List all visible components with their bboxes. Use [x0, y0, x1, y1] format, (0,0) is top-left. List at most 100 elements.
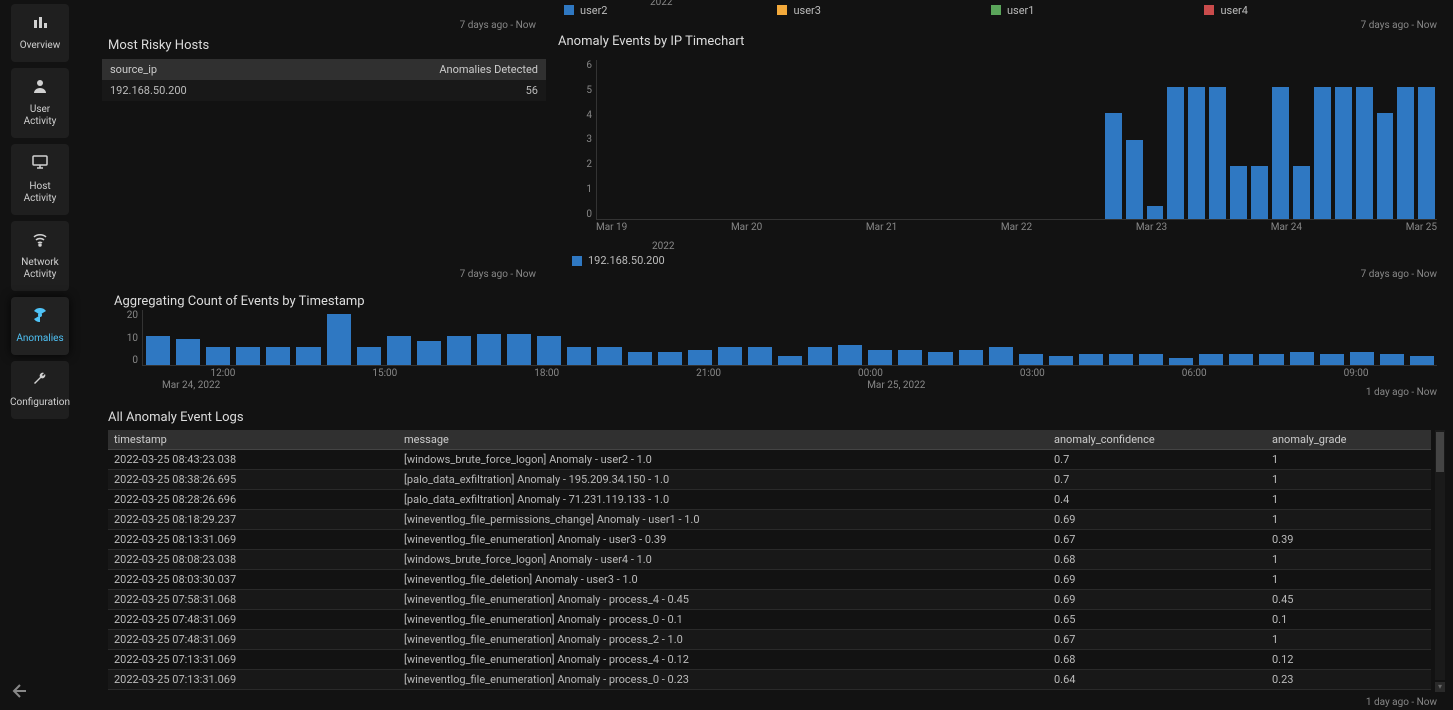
- legend-item[interactable]: user2: [564, 4, 607, 17]
- table-row[interactable]: 2022-03-25 08:08:23.038[windows_brute_fo…: [108, 550, 1431, 570]
- chart-bar[interactable]: [206, 347, 230, 365]
- chart-bar[interactable]: [989, 347, 1013, 365]
- table-row[interactable]: 2022-03-25 08:43:23.038[windows_brute_fo…: [108, 450, 1431, 470]
- chart-bar[interactable]: [1105, 113, 1122, 219]
- chart-bar[interactable]: [1199, 354, 1223, 365]
- chart-bar[interactable]: [236, 347, 260, 365]
- chart-bar[interactable]: [597, 347, 621, 365]
- chart-bar[interactable]: [748, 347, 772, 365]
- chart-bar[interactable]: [146, 336, 170, 365]
- chart-bar[interactable]: [1356, 87, 1373, 220]
- chart-bar[interactable]: [868, 350, 892, 365]
- chart-bar[interactable]: [658, 352, 682, 365]
- back-arrow[interactable]: [8, 681, 28, 706]
- nav-configuration[interactable]: Configuration: [11, 361, 69, 419]
- chart-bar[interactable]: [1293, 166, 1310, 219]
- chart-bar[interactable]: [1019, 354, 1043, 365]
- cell-message: [palo_data_exfiltration] Anomaly - 71.23…: [398, 490, 1048, 510]
- chart-bar[interactable]: [1169, 358, 1193, 365]
- table-row[interactable]: 2022-03-25 07:13:31.069[wineventlog_file…: [108, 650, 1431, 670]
- chart-bar[interactable]: [176, 339, 200, 365]
- chart-bar[interactable]: [1380, 354, 1404, 365]
- chart-bar[interactable]: [1377, 113, 1394, 219]
- table-row[interactable]: 2022-03-25 08:18:29.237[wineventlog_file…: [108, 510, 1431, 530]
- chart-bar[interactable]: [1350, 352, 1374, 365]
- col-anomalies-detected[interactable]: Anomalies Detected: [301, 59, 546, 80]
- nav-network-activity[interactable]: Network Activity: [11, 221, 69, 291]
- nav-host-activity[interactable]: Host Activity: [11, 144, 69, 214]
- chart-bar[interactable]: [1314, 87, 1331, 220]
- chart-bar[interactable]: [778, 356, 802, 365]
- col-source-ip[interactable]: source_ip: [102, 59, 301, 80]
- table-row[interactable]: 2022-03-25 07:08:30.037[wineventlog_file…: [108, 690, 1431, 693]
- table-row[interactable]: 192.168.50.20056: [102, 80, 546, 101]
- log-title: All Anomaly Event Logs: [102, 404, 1447, 431]
- table-row[interactable]: 2022-03-25 08:03:30.037[wineventlog_file…: [108, 570, 1431, 590]
- chart-bar[interactable]: [628, 352, 652, 365]
- chart-bar[interactable]: [1049, 356, 1073, 365]
- chart-bar[interactable]: [1139, 354, 1163, 365]
- chart-bar[interactable]: [507, 334, 531, 365]
- table-row[interactable]: 2022-03-25 07:58:31.068[wineventlog_file…: [108, 590, 1431, 610]
- col-anomaly-confidence[interactable]: anomaly_confidence: [1048, 430, 1266, 450]
- chart-bar[interactable]: [1410, 356, 1434, 365]
- legend-item[interactable]: user3: [777, 4, 820, 17]
- chart-bar[interactable]: [808, 347, 832, 365]
- table-row[interactable]: 2022-03-25 07:13:31.069[wineventlog_file…: [108, 670, 1431, 690]
- chart-bar[interactable]: [537, 336, 561, 365]
- chart-bar[interactable]: [567, 347, 591, 365]
- table-row[interactable]: 2022-03-25 08:28:26.696[palo_data_exfilt…: [108, 490, 1431, 510]
- chart-bar[interactable]: [447, 336, 471, 365]
- chart-bar[interactable]: [718, 347, 742, 365]
- chart-bar[interactable]: [296, 347, 320, 365]
- legend-item[interactable]: user1: [991, 4, 1034, 17]
- chart-bar[interactable]: [1397, 87, 1414, 220]
- table-row[interactable]: 2022-03-25 07:48:31.069[wineventlog_file…: [108, 610, 1431, 630]
- chart-bar[interactable]: [1109, 354, 1133, 365]
- chart-bar[interactable]: [417, 341, 441, 365]
- chart-bar[interactable]: [1167, 87, 1184, 220]
- chart-bar[interactable]: [1230, 166, 1247, 219]
- nav-overview[interactable]: Overview: [11, 4, 69, 62]
- chart-bar[interactable]: [959, 350, 983, 365]
- chart-bar[interactable]: [1147, 206, 1164, 219]
- chart-bar[interactable]: [1229, 354, 1253, 365]
- legend-item[interactable]: user4: [1204, 4, 1247, 17]
- scrollbar-down[interactable]: ▾: [1435, 682, 1445, 692]
- cell-timestamp: 2022-03-25 07:58:31.068: [108, 590, 398, 610]
- cell-grade: 1: [1266, 570, 1431, 590]
- chart-bar[interactable]: [688, 350, 712, 365]
- chart-bar[interactable]: [1079, 354, 1103, 365]
- chart-bar[interactable]: [928, 352, 952, 365]
- chart-plot[interactable]: [596, 60, 1437, 220]
- nav-user-activity[interactable]: User Activity: [11, 68, 69, 138]
- table-row[interactable]: 2022-03-25 08:38:26.695[palo_data_exfilt…: [108, 470, 1431, 490]
- chart-bar[interactable]: [387, 336, 411, 365]
- table-row[interactable]: 2022-03-25 07:48:31.069[wineventlog_file…: [108, 630, 1431, 650]
- col-timestamp[interactable]: timestamp: [108, 430, 398, 450]
- col-anomaly-grade[interactable]: anomaly_grade: [1266, 430, 1431, 450]
- table-row[interactable]: 2022-03-25 08:13:31.069[wineventlog_file…: [108, 530, 1431, 550]
- chart-bar[interactable]: [1290, 352, 1314, 365]
- chart-bar[interactable]: [1126, 140, 1143, 220]
- chart-plot[interactable]: [142, 310, 1437, 366]
- chart-bar[interactable]: [1335, 87, 1352, 220]
- scrollbar-thumb[interactable]: [1436, 432, 1444, 472]
- chart-bar[interactable]: [266, 347, 290, 365]
- chart-bar[interactable]: [1418, 87, 1435, 220]
- chart-bar[interactable]: [327, 314, 351, 365]
- chart-bar[interactable]: [357, 347, 381, 365]
- chart-bar[interactable]: [1188, 87, 1205, 220]
- chart-bar[interactable]: [838, 345, 862, 365]
- chart-bar[interactable]: [477, 334, 501, 365]
- nav-anomalies[interactable]: Anomalies: [11, 297, 69, 355]
- chart-bar[interactable]: [1272, 87, 1289, 220]
- col-message[interactable]: message: [398, 430, 1048, 450]
- chart-bar[interactable]: [1251, 166, 1268, 219]
- chart-bar[interactable]: [898, 350, 922, 365]
- scrollbar[interactable]: ▾: [1435, 430, 1445, 680]
- chart-bar[interactable]: [1320, 354, 1344, 365]
- log-scroll[interactable]: timestamp message anomaly_confidence ano…: [108, 430, 1431, 692]
- chart-bar[interactable]: [1259, 354, 1283, 365]
- chart-bar[interactable]: [1209, 87, 1226, 220]
